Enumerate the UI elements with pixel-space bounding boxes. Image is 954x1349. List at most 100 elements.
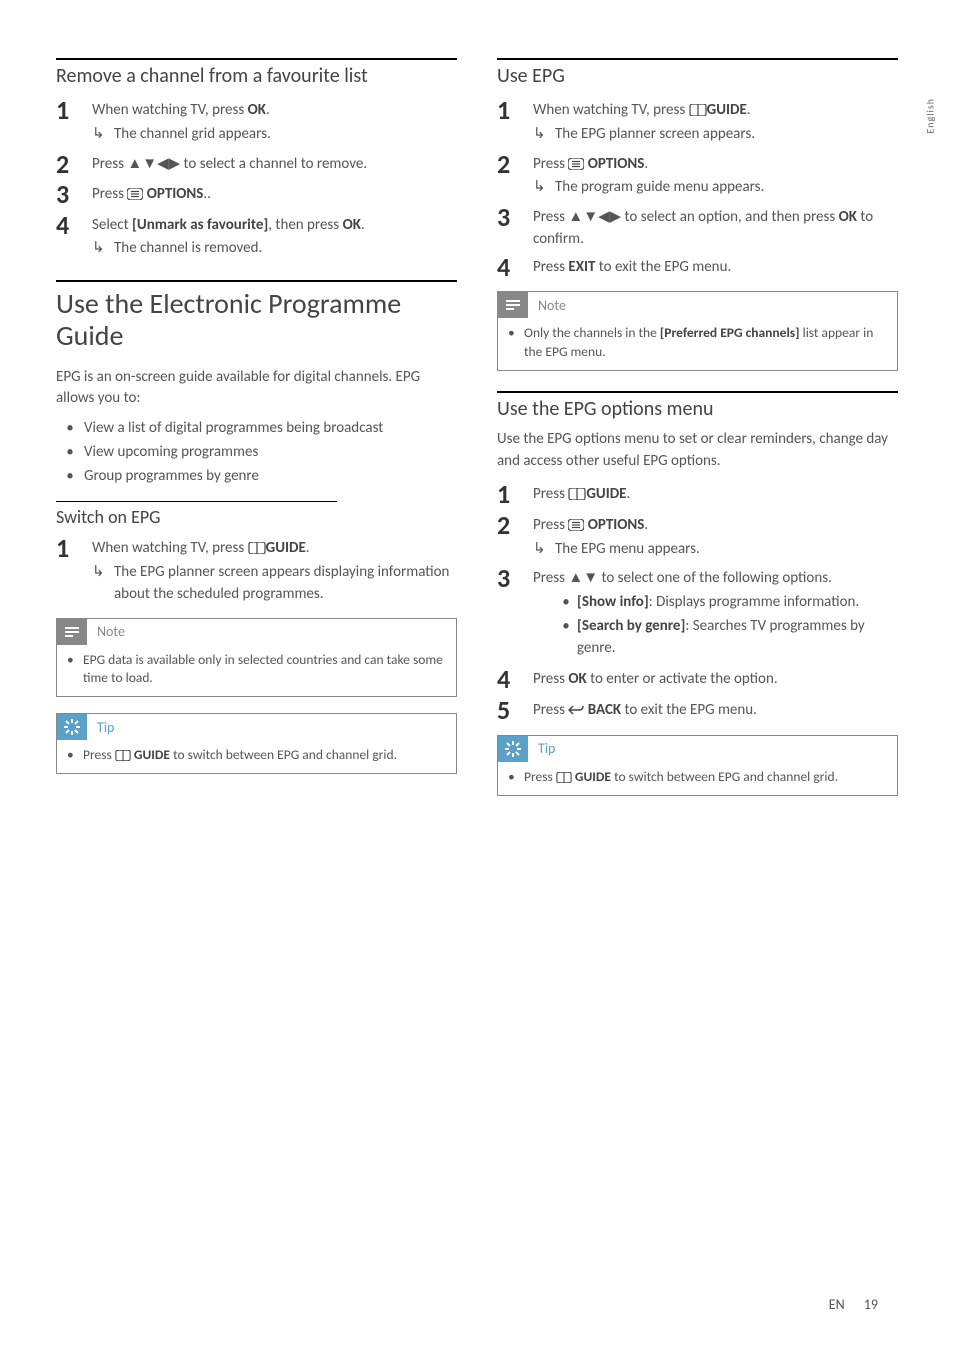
- steps-epg-options: 1 Press GUIDE. 2 Press OPTIONS. ↳The EPG…: [497, 480, 898, 724]
- button-ref-ok: OK: [343, 216, 361, 234]
- options-icon: [568, 519, 584, 531]
- tip-callout: Tip Press GUIDE to switch between EPG an…: [56, 713, 457, 774]
- step-text: to select a channel to remove.: [180, 155, 367, 173]
- step-text: ..: [203, 185, 211, 203]
- button-ref-exit: EXIT: [568, 258, 595, 276]
- button-ref-back: BACK: [584, 701, 621, 719]
- step-text: When watching TV, press: [533, 101, 689, 119]
- options-icon: [568, 158, 584, 170]
- step-text: .: [644, 516, 648, 534]
- button-ref-guide: GUIDE: [266, 539, 306, 557]
- button-ref-ok: OK: [568, 670, 586, 688]
- tip-text: Press GUIDE to switch between EPG and ch…: [524, 768, 838, 787]
- button-ref-guide: GUIDE: [586, 485, 626, 503]
- guide-icon: [115, 750, 131, 761]
- button-ref-options: OPTIONS: [584, 516, 644, 534]
- step-text: .: [361, 216, 365, 234]
- result-arrow-icon: ↳: [533, 539, 555, 561]
- nav-arrows-icon: ▲▼◀▶: [568, 208, 621, 226]
- tip-label: Tip: [97, 719, 114, 736]
- result-arrow-icon: ↳: [92, 124, 114, 146]
- result-text: The channel grid appears.: [114, 124, 457, 146]
- guide-icon: [689, 104, 707, 116]
- steps-remove-channel: 1 When watching TV, press OK. ↳The chann…: [56, 96, 457, 262]
- tip-icon: [498, 736, 528, 762]
- list-item: View a list of digital programmes being …: [84, 418, 383, 440]
- result-text: The EPG menu appears.: [555, 539, 898, 561]
- page-footer: EN 19: [829, 1296, 878, 1313]
- step-text: Press: [533, 569, 568, 587]
- step-text: When watching TV, press: [92, 101, 248, 119]
- guide-icon: [556, 772, 572, 783]
- tip-label: Tip: [538, 740, 555, 757]
- steps-switch-on-epg: 1 When watching TV, press GUIDE. ↳The EP…: [56, 534, 457, 607]
- heading-remove-channel: Remove a channel from a favourite list: [56, 64, 457, 88]
- button-ref-guide: GUIDE: [707, 101, 747, 119]
- result-text: The program guide menu appears.: [555, 177, 898, 199]
- option-show-info: [Show info]: Displays programme informat…: [577, 592, 859, 614]
- page-content: Remove a channel from a favourite list 1…: [0, 0, 954, 852]
- result-arrow-icon: ↳: [92, 562, 114, 584]
- result-arrow-icon: ↳: [533, 124, 555, 146]
- button-ref-ok: OK: [839, 208, 857, 226]
- note-text: Only the channels in the [Preferred EPG …: [524, 324, 887, 362]
- left-column: Remove a channel from a favourite list 1…: [56, 58, 457, 812]
- button-ref-options: OPTIONS: [143, 185, 203, 203]
- options-icon: [127, 188, 143, 200]
- step-text: .: [644, 155, 648, 173]
- tip-text: Press GUIDE to switch between EPG and ch…: [83, 746, 397, 765]
- step-text: to select one of the following options.: [598, 569, 832, 587]
- step-text: Press: [92, 155, 127, 173]
- tip-callout: Tip Press GUIDE to switch between EPG an…: [497, 735, 898, 796]
- step-text: to exit the EPG menu.: [621, 701, 757, 719]
- step-text: .: [266, 101, 270, 119]
- note-label: Note: [538, 297, 566, 314]
- step-text: Select: [92, 216, 132, 234]
- note-callout: Note Only the channels in the [Preferred…: [497, 291, 898, 371]
- step-text: Press: [533, 208, 568, 226]
- result-arrow-icon: ↳: [92, 238, 114, 260]
- epg-intro: EPG is an on-screen guide available for …: [56, 367, 457, 411]
- list-item: Group programmes by genre: [84, 466, 259, 488]
- step-text: to select an option, and then press: [621, 208, 839, 226]
- result-arrow-icon: ↳: [533, 177, 555, 199]
- heading-epg-options-menu: Use the EPG options menu: [497, 397, 898, 421]
- result-text: The EPG planner screen appears.: [555, 124, 898, 146]
- guide-icon: [568, 488, 586, 500]
- epg-options-intro: Use the EPG options menu to set or clear…: [497, 429, 898, 473]
- heading-switch-on-epg: Switch on EPG: [56, 506, 457, 528]
- step-text: Press: [533, 258, 568, 276]
- note-icon: [57, 619, 87, 645]
- menu-ref-unmark: [Unmark as favourite]: [132, 216, 268, 234]
- note-callout: Note EPG data is available only in selec…: [56, 618, 457, 698]
- button-ref-options: OPTIONS: [584, 155, 644, 173]
- step-text: .: [306, 539, 310, 557]
- step-text: to enter or activate the option.: [587, 670, 778, 688]
- step-text: .: [747, 101, 751, 119]
- note-text: EPG data is available only in selected c…: [83, 651, 446, 689]
- epg-feature-list: View a list of digital programmes being …: [56, 418, 457, 487]
- step-text: When watching TV, press: [92, 539, 248, 557]
- step-text: Press: [92, 185, 127, 203]
- nav-arrows-icon: ▲▼: [568, 569, 598, 587]
- steps-use-epg: 1 When watching TV, press GUIDE. ↳The EP…: [497, 96, 898, 281]
- nav-arrows-icon: ▲▼◀▶: [127, 155, 180, 173]
- footer-lang: EN: [829, 1296, 845, 1313]
- option-search-by-genre: [Search by genre]: Searches TV programme…: [577, 616, 898, 660]
- language-tab: English: [924, 98, 937, 134]
- step-text: Press: [533, 155, 568, 173]
- step-text: Press: [533, 485, 568, 503]
- step-text: .: [627, 485, 631, 503]
- note-icon: [498, 292, 528, 318]
- right-column: Use EPG 1 When watching TV, press GUIDE.…: [497, 58, 898, 812]
- tip-icon: [57, 714, 87, 740]
- button-ref-ok: OK: [248, 101, 266, 119]
- heading-epg-main: Use the Electronic Programme Guide: [56, 288, 457, 352]
- step-text: Press: [533, 516, 568, 534]
- result-text: The EPG planner screen appears displayin…: [114, 562, 457, 606]
- footer-page-number: 19: [864, 1296, 878, 1313]
- step-text: Press: [533, 670, 568, 688]
- guide-icon: [248, 542, 266, 554]
- result-text: The channel is removed.: [114, 238, 457, 260]
- step-text: Press: [533, 701, 568, 719]
